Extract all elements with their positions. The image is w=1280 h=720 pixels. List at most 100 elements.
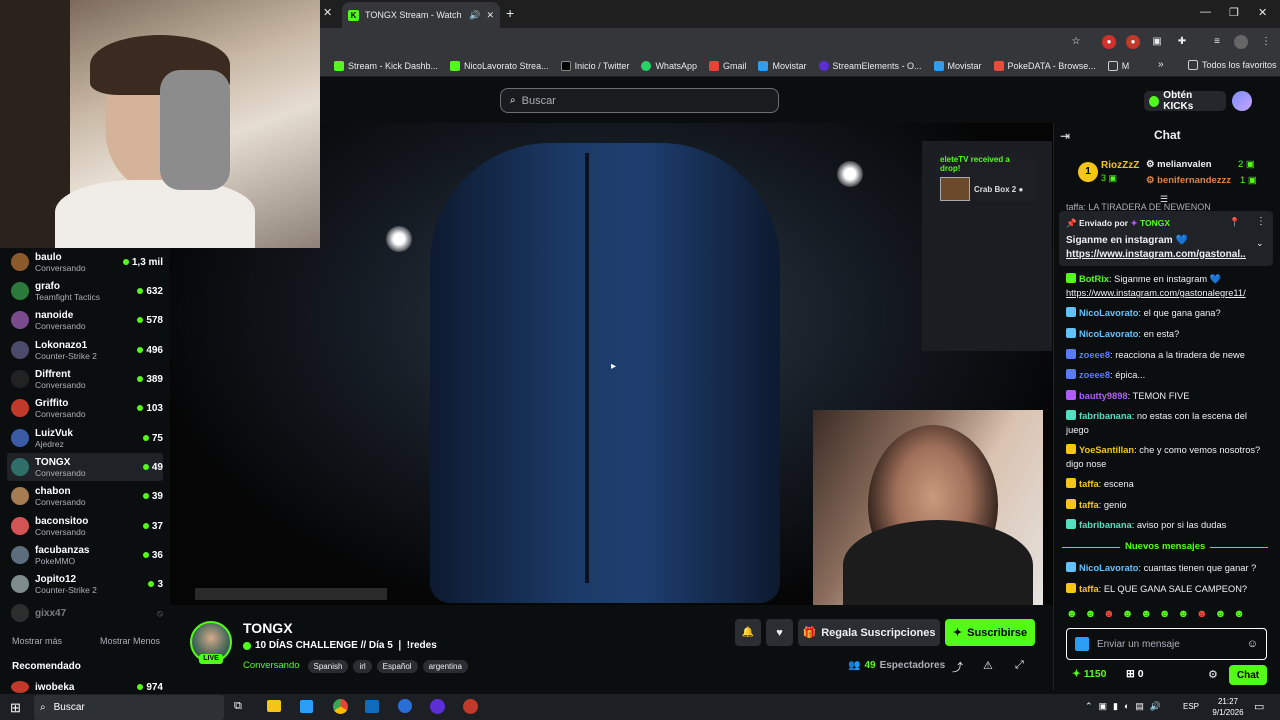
avatar bbox=[11, 282, 29, 300]
collapse-chat-icon[interactable]: ⇥ bbox=[1060, 129, 1070, 143]
emoji-icon[interactable]: ☺ bbox=[1247, 638, 1258, 650]
emote-icon: ☻ bbox=[1214, 608, 1227, 620]
puzzle-icon[interactable]: ✚ bbox=[1175, 35, 1189, 49]
gift-count[interactable]: ⊞ 0 bbox=[1126, 668, 1144, 680]
show-less-link[interactable]: Mostrar Menos bbox=[100, 636, 160, 646]
file-explorer-icon[interactable] bbox=[267, 700, 281, 712]
leaderboard-second[interactable]: ⚙ melianvalen bbox=[1146, 159, 1212, 170]
sidebar-item-grafo[interactable]: grafo Teamfight Tactics 632 bbox=[7, 277, 163, 305]
channel-name[interactable]: TONGX bbox=[243, 620, 293, 636]
sidebar-item-recommended[interactable]: iwobeka 974 bbox=[11, 681, 163, 693]
bookmark-item[interactable]: Inicio / Twitter bbox=[560, 60, 629, 71]
bookmark-item[interactable]: Movistar bbox=[758, 60, 807, 71]
subscribe-button[interactable]: ✦ Suscribirse bbox=[945, 619, 1035, 646]
sidebar-item-jopito12[interactable]: Jopito12 Counter-Strike 2 3 bbox=[7, 570, 163, 598]
sidebar-item-baconsitoo[interactable]: baconsitoo Conversando 37 bbox=[7, 512, 163, 540]
bookmark-item[interactable]: PokeDATA - Browse... bbox=[993, 60, 1096, 71]
more-options-icon[interactable]: ⋮ bbox=[1256, 216, 1266, 227]
store-icon[interactable] bbox=[300, 700, 313, 713]
get-kicks-button[interactable]: Obtén KICKs bbox=[1144, 90, 1226, 112]
media-icon[interactable]: ≡ bbox=[1210, 35, 1224, 49]
extension-icon[interactable]: ● bbox=[1126, 35, 1140, 49]
sidebar-item-nanoide[interactable]: nanoide Conversando 578 bbox=[7, 306, 163, 334]
minimize-icon[interactable]: — bbox=[1200, 6, 1211, 18]
tag[interactable]: argentina bbox=[422, 660, 468, 673]
settings-gear-icon[interactable]: ⚙ bbox=[1208, 668, 1218, 681]
avatar bbox=[11, 370, 29, 388]
app-icon[interactable] bbox=[430, 699, 445, 714]
more-bookmarks-icon[interactable]: » bbox=[1158, 59, 1164, 70]
chat-input[interactable]: Enviar un mensaje ☺ bbox=[1066, 628, 1267, 660]
outlook-icon[interactable] bbox=[365, 700, 379, 713]
leaderboard-third[interactable]: ⚙ benifernandezzz bbox=[1146, 175, 1231, 186]
sidebar-item-luizvuk[interactable]: LuizVuk Ajedrez 75 bbox=[7, 424, 163, 452]
gift-subs-button[interactable]: 🎁 Regala Suscripciones bbox=[798, 619, 940, 646]
new-tab-icon[interactable]: + bbox=[506, 5, 514, 21]
bookmark-item[interactable]: Stream - Kick Dashb... bbox=[334, 60, 438, 71]
taskbar-search[interactable]: ⌕ Buscar bbox=[34, 695, 224, 720]
leaderboard-first[interactable]: RiozZzZ bbox=[1101, 160, 1139, 171]
avatar bbox=[11, 517, 29, 535]
sidebar-item-lokonazo1[interactable]: Lokonazo1 Counter-Strike 2 496 bbox=[7, 336, 163, 364]
pin-icon[interactable]: 📍 bbox=[1229, 217, 1240, 228]
share-icon[interactable]: ⤴ bbox=[952, 659, 963, 675]
app-icon[interactable] bbox=[463, 699, 478, 714]
sidebar-item-tongx[interactable]: TONGX Conversando 49 bbox=[7, 453, 163, 481]
sidebar-item-baulo[interactable]: baulo Conversando 1,3 mil bbox=[7, 248, 163, 276]
tag[interactable]: irl bbox=[353, 660, 372, 673]
tag[interactable]: Español bbox=[376, 660, 418, 673]
bookmark-item[interactable]: WhatsApp bbox=[641, 60, 697, 71]
tag[interactable]: Spanish bbox=[307, 660, 349, 673]
windows-start-icon[interactable]: ⊞ bbox=[10, 700, 21, 716]
kicks-coin-icon bbox=[1149, 95, 1160, 107]
user-avatar[interactable] bbox=[1232, 91, 1252, 111]
profile-icon[interactable] bbox=[1234, 35, 1248, 49]
bookmark-item[interactable]: NicoLavorato Strea... bbox=[450, 60, 549, 71]
bookmark-item[interactable]: StreamElements - O... bbox=[818, 60, 922, 71]
bookmark-star-icon[interactable]: ☆ bbox=[1069, 35, 1083, 49]
sidebar-item-facubanzas[interactable]: facubanzas PokeMMO 36 bbox=[7, 541, 163, 569]
chat-message: taffa: escena bbox=[1066, 477, 1268, 491]
pinned-link[interactable]: https://www.instagram.com/gastonal... bbox=[1066, 249, 1246, 260]
sidebar-item-diffrent[interactable]: Diffrent Conversando 389 bbox=[7, 365, 163, 393]
system-tray-icons[interactable]: ⌃▣▮◐▤🔊 bbox=[1085, 701, 1167, 712]
user-badge-icon bbox=[1066, 307, 1076, 317]
notifications-icon[interactable]: ▭ bbox=[1254, 700, 1264, 713]
chat-link[interactable]: https://www.instagram.com/gastonalegre11… bbox=[1066, 288, 1246, 298]
extension-icon[interactable]: ▣ bbox=[1150, 35, 1164, 49]
language-indicator[interactable]: ESP bbox=[1183, 702, 1199, 711]
bookmark-item[interactable]: Gmail bbox=[708, 60, 746, 71]
sidebar-item-chabon[interactable]: chabon Conversando 39 bbox=[7, 482, 163, 510]
chat-message: NicoLavorato: en esta? bbox=[1066, 327, 1268, 341]
stream-category[interactable]: Conversando bbox=[243, 660, 300, 671]
light-orb bbox=[837, 161, 863, 187]
clock[interactable]: 21:27 9/1/2026 bbox=[1207, 696, 1249, 718]
channel-points[interactable]: ✦ 1150 bbox=[1072, 668, 1107, 680]
chrome-icon[interactable] bbox=[333, 699, 348, 714]
restore-icon[interactable]: ❐ bbox=[1229, 6, 1239, 19]
expand-chevron-icon[interactable]: ⌄ bbox=[1256, 238, 1264, 249]
close-tab-icon[interactable]: ✕ bbox=[323, 6, 332, 19]
emote-row[interactable]: ☻ ☻ ☻ ☻ ☻ ☻ ☻ ☻ ☻ ☻ bbox=[1066, 608, 1266, 624]
close-tab-icon[interactable]: ✕ bbox=[486, 10, 494, 21]
sidebar-item-griffito[interactable]: Griffito Conversando 103 bbox=[7, 394, 163, 422]
close-window-icon[interactable]: ✕ bbox=[1258, 6, 1267, 19]
bookmark-folder[interactable]: M bbox=[1107, 60, 1129, 71]
app-icon[interactable] bbox=[398, 699, 412, 713]
clip-icon[interactable]: ⤢ bbox=[1015, 659, 1024, 672]
send-chat-button[interactable]: Chat bbox=[1229, 665, 1267, 685]
follow-button[interactable]: ♥ bbox=[766, 619, 793, 646]
kick-logo-icon bbox=[1075, 637, 1089, 651]
notification-bell-button[interactable]: 🔔 bbox=[735, 619, 761, 646]
report-icon[interactable]: ⚠ bbox=[983, 659, 993, 672]
sidebar-item-offline[interactable]: gixx47 ⦸ bbox=[7, 604, 163, 622]
search-input[interactable]: ⌕ Buscar bbox=[500, 88, 779, 113]
more-menu-icon[interactable]: ⋮ bbox=[1259, 35, 1273, 49]
browser-tab-active[interactable]: K TONGX Stream - Watch Liv 🔊 ✕ bbox=[342, 2, 500, 28]
bookmark-item[interactable]: Movistar bbox=[933, 60, 982, 71]
task-view-icon[interactable]: ⧉ bbox=[234, 700, 242, 713]
show-more-link[interactable]: Mostrar más bbox=[12, 636, 62, 646]
leaderboard-first-points: 3 ▣ bbox=[1101, 173, 1118, 183]
extension-icon[interactable]: ● bbox=[1102, 35, 1116, 49]
all-bookmarks-folder[interactable]: Todos los favoritos bbox=[1188, 60, 1277, 70]
